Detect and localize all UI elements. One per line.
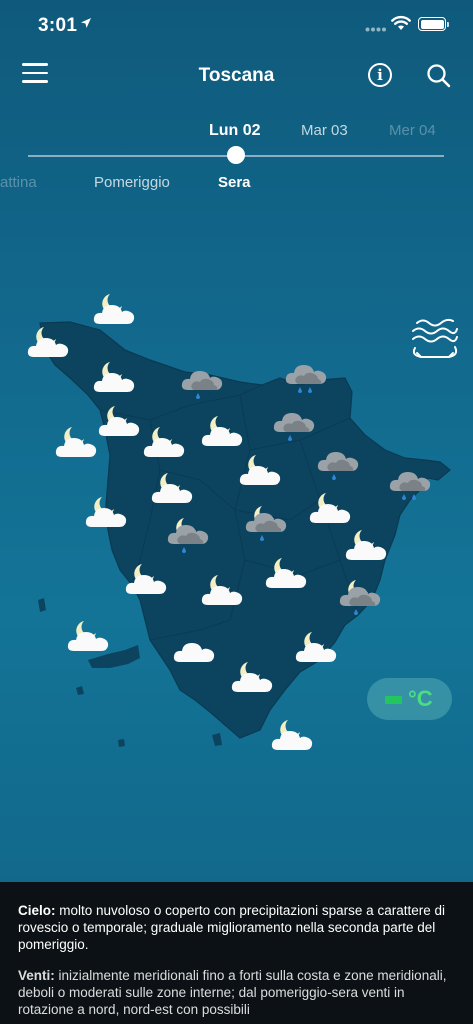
day-tab-mar-03[interactable]: Mar 03	[301, 122, 348, 139]
time-slider-handle[interactable]	[227, 146, 245, 164]
temperature-unit: °C	[408, 686, 433, 711]
battery-icon	[418, 17, 446, 31]
period-tab-mattina[interactable]: attina	[0, 174, 37, 191]
rain-cloud-icon	[270, 402, 318, 442]
island-capraia	[38, 598, 46, 612]
rain-cloud-icon	[386, 461, 434, 501]
temperature-toggle[interactable]: °C	[367, 678, 452, 720]
cloud-icon	[170, 628, 218, 668]
day-tab-mer-04[interactable]: Mer 04	[389, 122, 436, 139]
moon-cloud-icon	[82, 493, 130, 533]
moon-cloud-icon	[198, 412, 246, 452]
island-giglio	[212, 733, 222, 746]
island-pianosa	[76, 686, 84, 695]
moon-cloud-icon	[268, 716, 316, 756]
moon-cloud-icon	[342, 526, 390, 566]
moon-cloud-icon	[95, 402, 143, 442]
forecast-cielo: Cielo: molto nuvoloso o coperto con prec…	[18, 903, 445, 952]
moon-cloud-icon	[292, 628, 340, 668]
period-tab-sera[interactable]: Sera	[218, 174, 251, 191]
forecast-venti: Venti: inizialmente meridionali fino a f…	[18, 968, 447, 1017]
moon-cloud-icon	[236, 451, 284, 491]
info-button[interactable]: i	[368, 63, 392, 87]
top-bar: Toscana i	[0, 55, 473, 99]
moon-cloud-icon	[64, 617, 112, 657]
sea-waves-icon[interactable]	[407, 315, 461, 361]
moon-cloud-icon	[262, 554, 310, 594]
moon-rain-cloud-icon	[336, 576, 384, 616]
wifi-icon	[391, 15, 411, 30]
moon-cloud-icon	[198, 571, 246, 611]
temperature-bar-icon	[385, 696, 402, 704]
moon-cloud-icon	[90, 358, 138, 398]
moon-cloud-icon	[90, 290, 138, 330]
page-title: Toscana	[198, 65, 275, 86]
moon-cloud-icon	[52, 423, 100, 463]
signal-icon	[365, 27, 386, 32]
status-time: 3:01	[38, 15, 78, 36]
moon-rain-cloud-icon	[164, 514, 212, 554]
island-montecristo	[118, 739, 125, 747]
moon-cloud-icon	[122, 560, 170, 600]
location-arrow-icon	[81, 18, 91, 28]
moon-cloud-icon	[306, 489, 354, 529]
rain-cloud-icon	[178, 360, 226, 400]
rain-cloud-icon	[282, 354, 330, 394]
moon-cloud-icon	[140, 423, 188, 463]
status-bar: 3:01	[0, 0, 473, 50]
forecast-panel[interactable]: Cielo: molto nuvoloso o coperto con prec…	[0, 882, 473, 1024]
moon-cloud-icon	[24, 323, 72, 363]
rain-cloud-icon	[314, 441, 362, 481]
search-icon[interactable]	[426, 63, 452, 89]
day-tab-lun-02[interactable]: Lun 02	[209, 122, 261, 140]
moon-rain-cloud-icon	[242, 502, 290, 542]
period-tab-pomeriggio[interactable]: Pomeriggio	[94, 174, 170, 191]
moon-cloud-icon	[228, 658, 276, 698]
moon-cloud-icon	[148, 469, 196, 509]
